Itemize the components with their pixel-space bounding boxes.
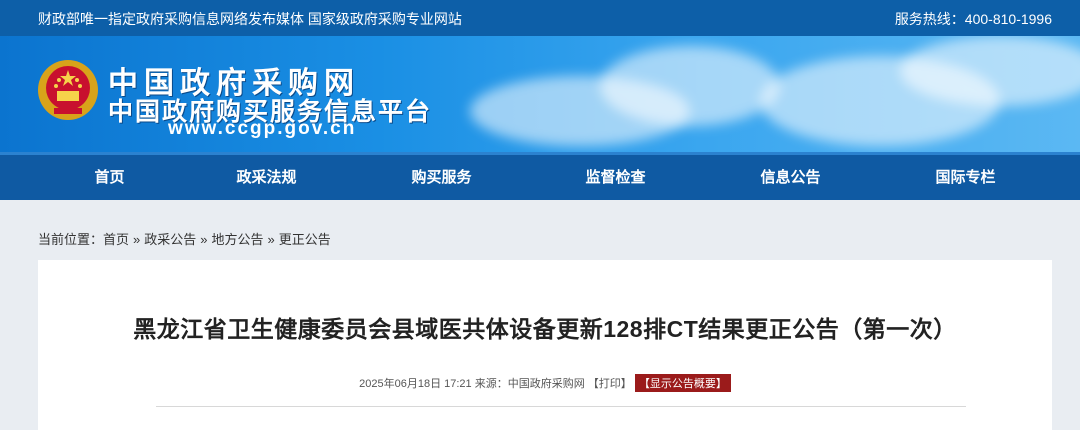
publish-date: 2025年06月18日 17:21 [359, 378, 472, 390]
breadcrumb-separator: » [200, 232, 208, 247]
article-title: 黑龙江省卫生健康委员会县域医共体设备更新128排CT结果更正公告（第一次） [133, 316, 957, 342]
print-link[interactable]: 【打印】 [588, 378, 632, 390]
nav-item-home[interactable]: 首页 [22, 155, 197, 200]
breadcrumb-home[interactable]: 首页 [103, 232, 129, 247]
breadcrumb-separator: » [267, 232, 275, 247]
nav-item-purchase-services[interactable]: 购买服务 [354, 155, 529, 200]
breadcrumb-announcements[interactable]: 政采公告 [144, 232, 196, 247]
site-slogan: 财政部唯一指定政府采购信息网络发布媒体 国家级政府采购专业网站 [38, 11, 462, 27]
service-hotline: 服务热线：400-810-1996 [894, 11, 1052, 27]
nav-item-international[interactable]: 国际专栏 [878, 155, 1053, 200]
nav-item-regulations[interactable]: 政采法规 [179, 155, 354, 200]
breadcrumb-correction[interactable]: 更正公告 [279, 232, 331, 247]
main-nav: 首页 政采法规 购买服务 监督检查 信息公告 国际专栏 [0, 152, 1080, 200]
breadcrumb-prefix: 当前位置： [38, 232, 104, 247]
top-info-bar: 财政部唯一指定政府采购信息网络发布媒体 国家级政府采购专业网站 服务热线：400… [0, 0, 1080, 36]
article-card: 黑龙江省卫生健康委员会县域医共体设备更新128排CT结果更正公告（第一次） 20… [38, 260, 1052, 430]
source-label: 来源： [474, 378, 508, 390]
breadcrumb: 当前位置：首页» 政采公告» 地方公告» 更正公告 [38, 229, 331, 248]
breadcrumb-local[interactable]: 地方公告 [212, 232, 264, 247]
nav-item-supervision[interactable]: 监督检查 [528, 155, 703, 200]
cloud-decoration [600, 46, 780, 126]
breadcrumb-separator: » [133, 232, 141, 247]
national-emblem-icon [38, 60, 98, 120]
nav-item-announcements[interactable]: 信息公告 [703, 155, 878, 200]
show-summary-button[interactable]: 【显示公告概要】 [634, 374, 731, 392]
site-header-banner: 中国政府采购网 中国政府购买服务信息平台 www.ccgp.gov.cn [0, 36, 1080, 152]
site-url: www.ccgp.gov.cn [168, 118, 357, 139]
source-name: 中国政府采购网 [507, 378, 585, 390]
divider [156, 406, 966, 407]
article-meta: 2025年06月18日 17:21 来源：中国政府采购网 【打印】 【显示公告概… [38, 374, 1052, 392]
